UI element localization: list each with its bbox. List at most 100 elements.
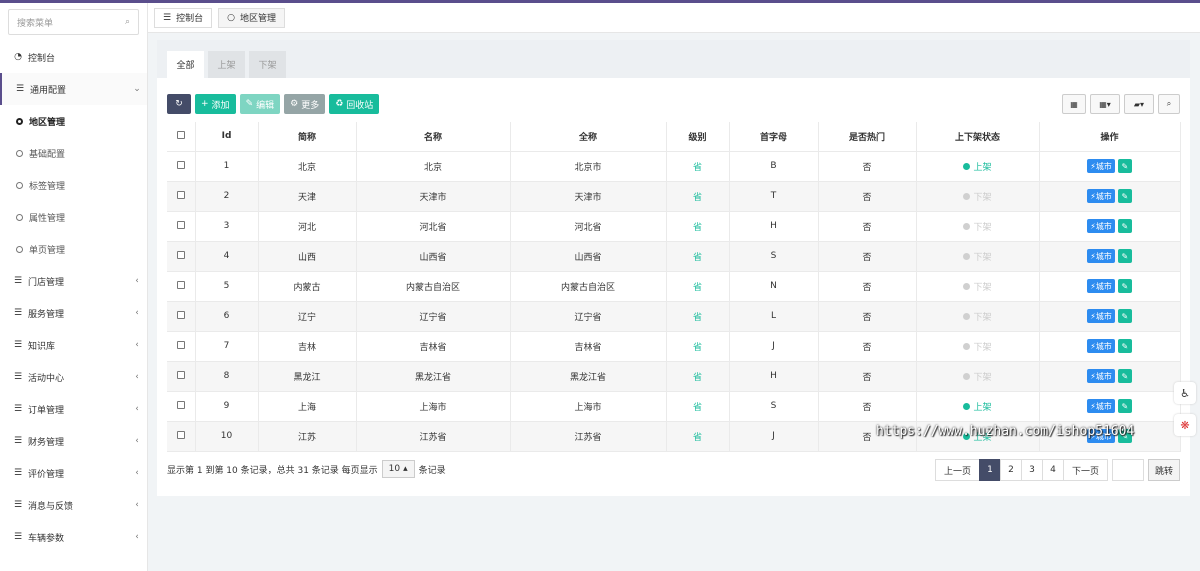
city-button[interactable]: ⚡ 城市 [1087, 189, 1115, 203]
checkbox[interactable] [176, 430, 185, 439]
table-view-button[interactable]: ▦ [1062, 94, 1086, 114]
sidebar-item-vehicle[interactable]: ☰ 车辆参数 ‹ [0, 521, 147, 553]
sidebar-subitem-basic[interactable]: 基础配置 [0, 137, 147, 169]
row-edit-button[interactable]: ✎ [1117, 309, 1132, 323]
network-icon[interactable]: ❋ [1174, 414, 1196, 436]
city-button[interactable]: ⚡ 城市 [1087, 159, 1115, 173]
city-button[interactable]: ⚡ 城市 [1087, 339, 1115, 353]
table-row: 7 吉林 吉林省 吉林省省 J 否下架 ⚡ 城市 ✎ [167, 331, 1181, 362]
city-button[interactable]: ⚡ 城市 [1087, 369, 1115, 383]
sidebar-subitem-tags[interactable]: 标签管理 [0, 169, 147, 201]
status-badge[interactable]: 上架 [963, 400, 992, 413]
filter-tab-off[interactable]: 下架 [249, 51, 286, 78]
sidebar-subitem-pages[interactable]: 单页管理 [0, 233, 147, 265]
edit-button[interactable]: ✎ 编辑 [239, 94, 281, 114]
accessibility-icon[interactable]: ♿ [1174, 382, 1196, 404]
export-button[interactable]: ▰▾ [1124, 94, 1154, 114]
sidebar-subitem-label: 地区管理 [29, 117, 66, 128]
city-button[interactable]: ⚡ 城市 [1087, 219, 1115, 233]
status-badge[interactable]: 下架 [963, 310, 992, 323]
sidebar-subitem-region[interactable]: 地区管理 [0, 105, 147, 137]
sidebar-item-knowledge[interactable]: ☰ 知识库 ‹ [0, 329, 147, 361]
checkbox[interactable] [176, 400, 185, 409]
select-all-checkbox[interactable] [167, 122, 196, 152]
status-badge[interactable]: 下架 [963, 250, 992, 263]
jump-page-input[interactable] [1111, 459, 1144, 481]
checkbox[interactable] [176, 340, 185, 349]
checkbox[interactable] [176, 130, 185, 139]
row-edit-button[interactable]: ✎ [1117, 369, 1132, 383]
checkbox[interactable] [176, 190, 185, 199]
jump-button[interactable]: 跳转 [1147, 459, 1180, 481]
city-label: 城市 [1095, 251, 1112, 261]
tab-dashboard[interactable]: ☰ 控制台 [154, 7, 213, 28]
page-2[interactable]: 2 [999, 459, 1022, 481]
columns-button[interactable]: ▦▾ [1090, 94, 1120, 114]
sidebar-item-general-config[interactable]: ☰ 通用配置 ⌄ [0, 73, 147, 105]
checkbox[interactable] [176, 250, 185, 259]
search-toggle-button[interactable]: ⌕ [1158, 94, 1180, 114]
prev-page-button[interactable]: 上一页 [934, 459, 980, 481]
row-checkbox-cell[interactable] [167, 421, 196, 452]
sidebar-item-activity[interactable]: ☰ 活动中心 ‹ [0, 361, 147, 393]
row-edit-button[interactable]: ✎ [1117, 189, 1132, 203]
city-button[interactable]: ⚡ 城市 [1087, 249, 1115, 263]
status-badge[interactable]: 下架 [963, 370, 992, 383]
pencil-icon: ✎ [1121, 191, 1129, 201]
sidebar-subitem-attrs[interactable]: 属性管理 [0, 201, 147, 233]
row-checkbox-cell[interactable] [167, 361, 196, 392]
menu-search-input[interactable]: 搜索菜单 ⌕ [8, 9, 139, 35]
more-button[interactable]: ⚙ 更多 [284, 94, 326, 114]
row-edit-button[interactable]: ✎ [1117, 219, 1132, 233]
add-button[interactable]: + 添加 [195, 94, 236, 114]
filter-tab-all[interactable]: 全部 [167, 51, 204, 78]
page-1[interactable]: 1 [978, 459, 1001, 481]
row-edit-button[interactable]: ✎ [1117, 399, 1132, 413]
sidebar-item-stores[interactable]: ☰ 门店管理 ‹ [0, 265, 147, 297]
col-header[interactable]: Id [195, 122, 259, 152]
city-button[interactable]: ⚡ 城市 [1087, 309, 1115, 323]
row-checkbox-cell[interactable] [167, 181, 196, 212]
status-badge[interactable]: 下架 [963, 340, 992, 353]
sidebar-item-dashboard[interactable]: ◔ 控制台 [0, 41, 147, 73]
status-label: 下架 [973, 282, 992, 293]
checkbox[interactable] [176, 280, 185, 289]
sidebar-item-messages[interactable]: ☰ 消息与反馈 ‹ [0, 489, 147, 521]
status-badge[interactable]: 下架 [963, 280, 992, 293]
status-badge[interactable]: 下架 [963, 190, 992, 203]
page-size-select[interactable]: 10 ▴ [381, 460, 415, 478]
refresh-button[interactable]: ↻ [167, 94, 191, 114]
row-checkbox-cell[interactable] [167, 241, 196, 272]
city-button[interactable]: ⚡ 城市 [1087, 279, 1115, 293]
status-badge[interactable]: 上架 [963, 160, 992, 173]
row-edit-button[interactable]: ✎ [1117, 159, 1132, 173]
checkbox[interactable] [176, 160, 185, 169]
recycle-icon: ♻ [335, 99, 344, 109]
row-edit-button[interactable]: ✎ [1117, 339, 1132, 353]
sidebar-item-finance[interactable]: ☰ 财务管理 ‹ [0, 425, 147, 457]
page-4[interactable]: 4 [1041, 459, 1064, 481]
recycle-bin-button[interactable]: ♻ 回收站 [329, 94, 380, 114]
row-checkbox-cell[interactable] [167, 301, 196, 332]
row-checkbox-cell[interactable] [167, 151, 196, 182]
checkbox[interactable] [176, 370, 185, 379]
row-checkbox-cell[interactable] [167, 211, 196, 242]
row-checkbox-cell[interactable] [167, 391, 196, 422]
filter-tab-on[interactable]: 上架 [208, 51, 245, 78]
cell-name: 黑龙江省 [356, 361, 511, 392]
tab-region-management[interactable]: ○ 地区管理 [218, 7, 285, 28]
page-3[interactable]: 3 [1020, 459, 1043, 481]
row-checkbox-cell[interactable] [167, 271, 196, 302]
checkbox[interactable] [176, 220, 185, 229]
sidebar-item-reviews[interactable]: ☰ 评价管理 ‹ [0, 457, 147, 489]
status-badge[interactable]: 下架 [963, 220, 992, 233]
checkbox[interactable] [176, 310, 185, 319]
row-edit-button[interactable]: ✎ [1117, 279, 1132, 293]
row-checkbox-cell[interactable] [167, 331, 196, 362]
sidebar-item-services[interactable]: ☰ 服务管理 ‹ [0, 297, 147, 329]
sidebar-item-orders[interactable]: ☰ 订单管理 ‹ [0, 393, 147, 425]
row-edit-button[interactable]: ✎ [1117, 249, 1132, 263]
search-icon[interactable]: ⌕ [125, 17, 130, 27]
city-button[interactable]: ⚡ 城市 [1087, 399, 1115, 413]
next-page-button[interactable]: 下一页 [1062, 459, 1108, 481]
